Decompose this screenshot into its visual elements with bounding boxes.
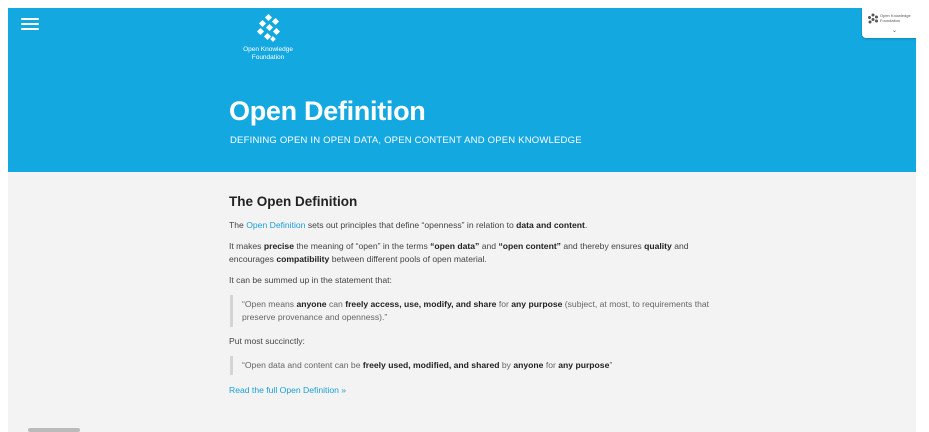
badge-text-line2: Foundation [880,18,901,23]
text: for [543,360,559,370]
bold-text: quality [644,241,672,251]
text: and [479,241,499,251]
summary-paragraph: It can be summed up in the statement tha… [229,275,392,285]
logo-text-line2: Foundation [251,54,285,61]
article: The Open Definition The Open Definition … [229,195,719,397]
description-paragraph: It makes precise the meaning of “open” i… [229,240,719,266]
succinct-paragraph: Put most succinctly: [229,336,305,346]
okf-logo[interactable]: Open Knowledge Foundation [233,14,303,80]
text: ” [609,360,613,370]
chevron-down-icon: ⌄ [892,28,898,34]
text: between different pools of open material… [329,254,487,264]
bold-text: freely access, use, modify, and share [345,299,497,309]
bold-text: any purpose [511,299,563,309]
text: “Open data and content can be [242,360,363,370]
succinct-quote: “Open data and content can be freely use… [230,356,719,375]
bold-text: precise [263,241,294,251]
okf-logo-icon [256,14,281,42]
bold-text: “open content” [498,241,561,251]
text: “Open means [242,299,297,309]
page-title: Open Definition [229,96,426,126]
read-full-definition-link[interactable]: Read the full Open Definition » [229,384,346,397]
intro-paragraph: The Open Definition sets out principles … [229,219,719,232]
bold-text: “open data” [430,241,480,251]
horizontal-scrollbar[interactable] [28,428,80,432]
bold-text: freely used, modified, and shared [362,360,500,370]
text: the meaning of “open” in the terms [293,241,431,251]
definition-quote: “Open means anyone can freely access, us… [230,295,719,327]
main-content: The Open Definition The Open Definition … [8,172,916,432]
text: It makes [229,241,264,251]
text: The [229,220,247,230]
open-definition-link[interactable]: Open Definition [246,220,305,230]
text: can [326,299,346,309]
bold-text: compatibility [276,254,330,264]
text: by [499,360,514,370]
browser-viewport: Open Knowledge Foundation Open Knowledge… [8,8,916,432]
bold-text: anyone [296,299,327,309]
text: for [496,299,512,309]
bold-text: any purpose [558,360,610,370]
bold-text: data and content [516,220,585,230]
section-heading: The Open Definition [229,194,358,209]
text: sets out principles that define “opennes… [305,220,517,230]
bold-text: anyone [513,360,544,370]
hero-banner: Open Knowledge Foundation Open Knowledge… [8,8,916,172]
text: and thereby ensures [560,241,645,251]
okf-badge-icon [868,13,878,24]
page-subtitle: DEFINING OPEN IN OPEN DATA, OPEN CONTENT… [230,135,582,146]
okf-network-badge[interactable]: Open Knowledge Foundation ⌄ [862,8,916,38]
hamburger-menu-icon[interactable] [21,18,39,34]
text: . [584,220,588,230]
logo-text-line1: Open Knowledge [243,46,293,53]
